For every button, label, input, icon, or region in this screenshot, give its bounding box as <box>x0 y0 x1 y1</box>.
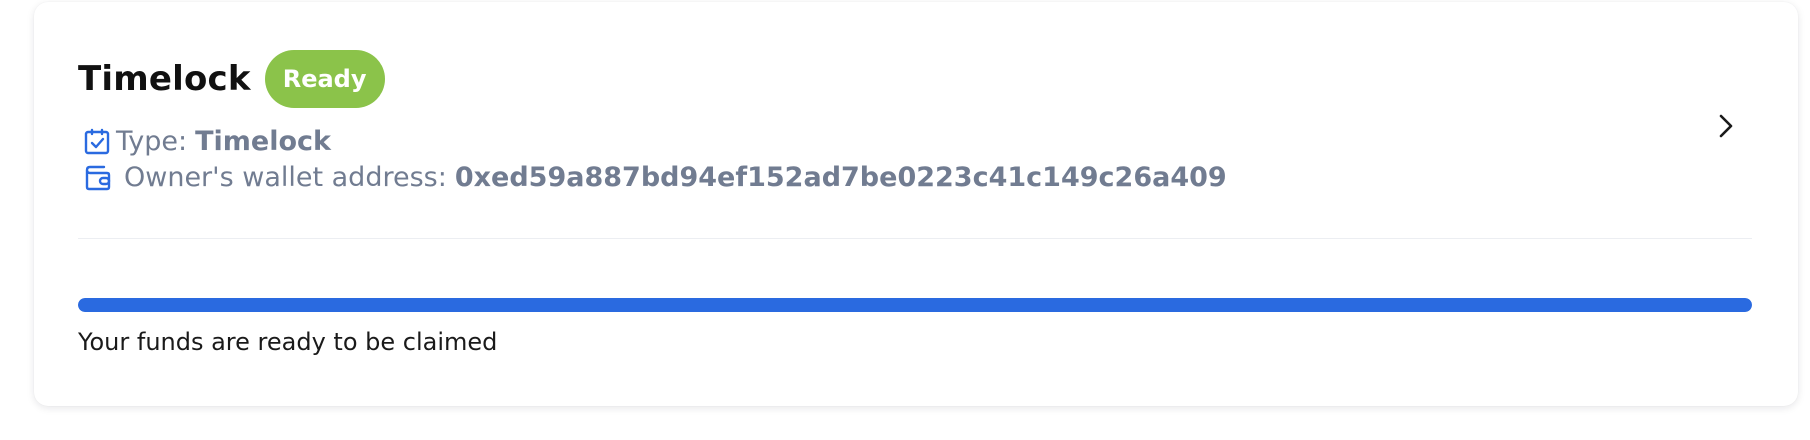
page: Timelock Ready Type: Timelock Owner's wa… <box>0 0 1810 440</box>
type-label: Type: <box>116 126 188 157</box>
owner-label: Owner's wallet address: <box>124 162 447 193</box>
wallet-icon <box>82 163 112 193</box>
owner-row: Owner's wallet address: 0xed59a887bd94ef… <box>82 162 1227 193</box>
timelock-card[interactable]: Timelock Ready Type: Timelock Owner's wa… <box>34 2 1798 406</box>
chevron-right-icon[interactable] <box>1706 106 1746 146</box>
owner-address: 0xed59a887bd94ef152ad7be0223c41c149c26a4… <box>454 162 1227 193</box>
divider <box>78 238 1752 239</box>
card-title: Timelock <box>78 59 251 99</box>
status-message: Your funds are ready to be claimed <box>78 328 498 356</box>
progress-bar <box>78 298 1752 312</box>
type-value: Timelock <box>195 126 332 157</box>
status-badge: Ready <box>264 50 385 108</box>
card-header: Timelock Ready <box>78 50 385 108</box>
calendar-check-icon <box>82 127 112 157</box>
type-row: Type: Timelock <box>82 126 331 157</box>
progress-bar-fill <box>78 298 1752 312</box>
